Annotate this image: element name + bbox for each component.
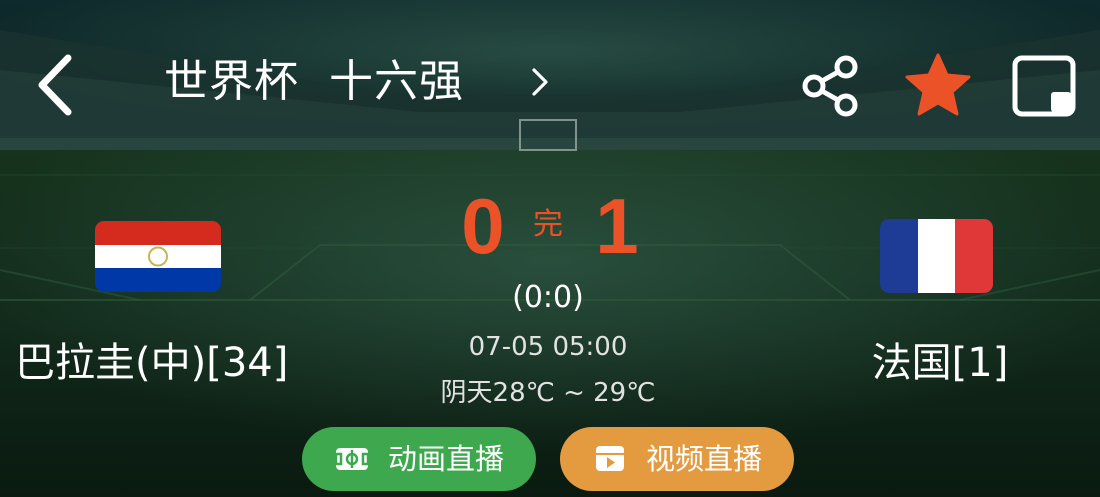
animation-live-button[interactable]: 动画直播 [302,427,536,491]
away-team-name: 法国[1] [871,340,1009,386]
star-icon [905,53,971,116]
competition-title[interactable]: 世界杯 十六强 [164,52,464,112]
animation-live-label: 动画直播 [387,442,504,476]
away-team-flag [880,219,993,293]
pitch-animation-icon [334,448,370,470]
stage-name: 十六强 [329,56,464,107]
home-team-flag [95,221,221,292]
share-button[interactable] [800,54,864,118]
match-header: 世界杯 十六强 巴拉圭(中)[34] 法国[1] 0 完 1 (0:0) 07-… [0,0,1100,497]
picture-in-picture-button[interactable] [1010,54,1078,120]
competition-name: 世界杯 [164,56,299,107]
video-live-button[interactable]: 视频直播 [560,427,794,491]
away-score: 1 [595,182,639,270]
picture-in-picture-icon [1012,55,1076,117]
halftime-score: (0:0) [512,280,584,315]
favorite-button[interactable] [904,52,972,118]
share-icon [802,55,858,117]
video-play-icon [595,446,624,471]
match-weather: 阴天28℃ ~ 29℃ [440,378,656,408]
match-datetime: 07-05 05:00 [468,332,628,362]
home-score: 0 [461,182,505,270]
chevron-right-icon[interactable] [522,60,556,104]
home-team-name: 巴拉圭(中)[34] [15,340,289,386]
match-status: 完 [533,207,563,242]
chevron-left-icon [38,54,72,116]
video-live-label: 视频直播 [645,442,762,476]
back-button[interactable] [30,52,86,118]
